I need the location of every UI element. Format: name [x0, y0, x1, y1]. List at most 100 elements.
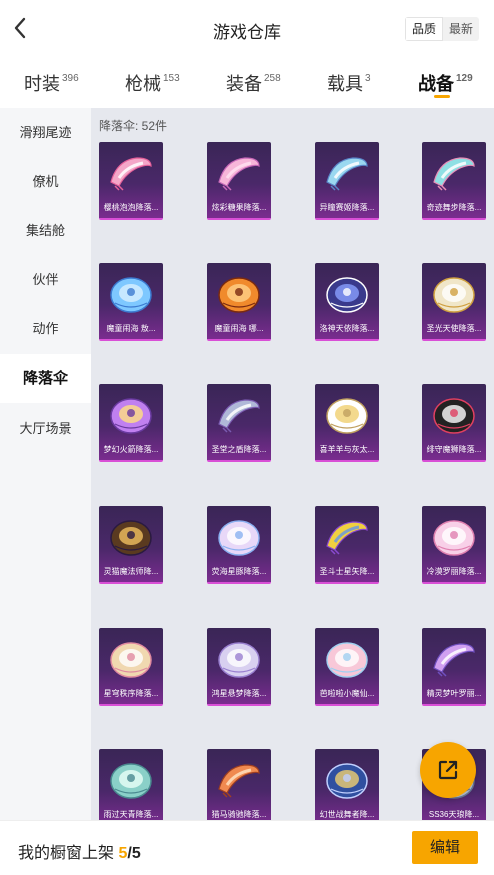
- item-grid: 降落伞: 52件 樱桃泡泡降落... 炫彩糖果降落... 异瞳赛姬降落... 奇迹舞步…: [91, 108, 494, 820]
- category-tabs: 时装 396 枪械 153 装备 258 载具 3 战备 129: [0, 62, 494, 104]
- parachute-card[interactable]: 樱桃泡泡降落...: [99, 142, 163, 220]
- sidebar-item-wingman[interactable]: 僚机: [0, 157, 91, 206]
- purple-parachute-icon: [110, 398, 152, 434]
- parachute-card[interactable]: 梦幻火箭降落...: [99, 384, 163, 462]
- parachute-card[interactable]: 鸿星悬梦降落...: [207, 628, 271, 706]
- gold-wing-parachute-icon: [326, 521, 368, 555]
- parachute-card[interactable]: 雨过天青降落...: [99, 749, 163, 820]
- tab-vehicles[interactable]: 载具 3: [327, 70, 371, 96]
- sidebar: 滑翔尾迹 僚机 集结舱 伙伴 动作 降落伞 大厅场景: [0, 108, 91, 820]
- teal-round-parachute-icon: [110, 763, 152, 799]
- sidebar-item-emote[interactable]: 动作: [0, 304, 91, 353]
- parachute-card-label: SS36天琅降...: [428, 810, 480, 819]
- sidebar-item-glide-trail[interactable]: 滑翔尾迹: [0, 108, 91, 157]
- showcase-label: 我的橱窗上架: [18, 845, 115, 862]
- parachute-card[interactable]: 洛神天依降落...: [315, 263, 379, 341]
- tab-label: 装备: [226, 74, 262, 94]
- chevron-left-icon: [14, 17, 26, 39]
- blue-round-parachute-icon: [110, 277, 152, 313]
- parachute-card[interactable]: 冷漠罗丽降落...: [422, 506, 486, 584]
- parachute-card-label: 星穹秩序降落...: [103, 689, 159, 698]
- white-gold-parachute-icon: [433, 277, 475, 313]
- parachute-card-label: 荧海星豚降落...: [211, 567, 267, 576]
- parachute-card[interactable]: 圣堂之盾降落...: [207, 384, 271, 462]
- pastel-parachute-icon: [218, 520, 260, 556]
- purple-wing-parachute-icon: [433, 643, 475, 677]
- showcase-status: 我的橱窗上架 5/5: [18, 839, 141, 863]
- navy-round-parachute-icon: [326, 277, 368, 313]
- sidebar-item-rally-pod[interactable]: 集结舱: [0, 206, 91, 255]
- showcase-total: /5: [127, 845, 141, 862]
- tab-fashion[interactable]: 时装 396: [24, 70, 79, 96]
- parachute-card-label: 精灵梦叶罗丽...: [426, 689, 482, 698]
- parachute-card-label: 炫彩糖果降落...: [211, 203, 267, 212]
- tab-count: 129: [456, 73, 473, 84]
- share-button[interactable]: [420, 742, 476, 798]
- parachute-card-label: 圣光天使降落...: [426, 324, 482, 333]
- tab-equipment[interactable]: 装备 258: [226, 70, 281, 96]
- parachute-card[interactable]: 圣光天使降落...: [422, 263, 486, 341]
- parachute-card-label: 灵猫魔法师降...: [103, 567, 159, 576]
- tab-combat-supplies[interactable]: 战备 129: [418, 70, 473, 96]
- tab-count: 153: [163, 73, 180, 84]
- parachute-card-label: 鸿星悬梦降落...: [211, 689, 267, 698]
- tab-count: 258: [264, 73, 281, 84]
- bottom-bar: 我的橱窗上架 5/5 编辑: [0, 820, 494, 875]
- item-count-label: 降落伞: 52件: [99, 119, 168, 133]
- teal-parachute-icon: [433, 157, 475, 191]
- blue-parachute-icon: [326, 157, 368, 191]
- parachute-card[interactable]: 绯守魔狮降落...: [422, 384, 486, 462]
- header: 游戏仓库 品质 最新: [0, 0, 494, 58]
- parachute-card-label: 冷漠罗丽降落...: [426, 567, 482, 576]
- tab-label: 载具: [327, 74, 363, 94]
- parachute-card[interactable]: 魔童闹海 敖...: [99, 263, 163, 341]
- parachute-card-label: 樱桃泡泡降落...: [103, 203, 159, 212]
- pink-parachute-icon: [110, 157, 152, 191]
- parachute-card[interactable]: 炫彩糖果降落...: [207, 142, 271, 220]
- parachute-card-label: 异瞳赛姬降落...: [319, 203, 375, 212]
- edit-button[interactable]: 编辑: [412, 831, 478, 864]
- tab-count: 3: [365, 73, 371, 84]
- pink-parachute-icon: [218, 157, 260, 191]
- tab-label: 时装: [24, 74, 60, 94]
- parachute-card-label: 猎马骑驰降落...: [211, 810, 267, 819]
- parachute-card-label: 圣堂之盾降落...: [211, 445, 267, 454]
- sort-toggle: 品质 最新: [405, 17, 480, 41]
- parachute-card-label: 魔童闹海 哪...: [214, 324, 264, 333]
- sidebar-item-companion[interactable]: 伙伴: [0, 255, 91, 304]
- sidebar-item-lobby-scene[interactable]: 大厅场景: [0, 404, 91, 453]
- parachute-card[interactable]: 喜羊羊与灰太...: [315, 384, 379, 462]
- parachute-card[interactable]: 猎马骑驰降落...: [207, 749, 271, 820]
- lilac-parachute-icon: [218, 642, 260, 678]
- parachute-card-label: 喜羊羊与灰太...: [319, 445, 375, 454]
- sort-newest-option[interactable]: 最新: [443, 17, 479, 41]
- parachute-card-label: 雨过天青降落...: [103, 810, 159, 819]
- sidebar-item-parachute[interactable]: 降落伞: [0, 354, 91, 403]
- parachute-card[interactable]: 星穹秩序降落...: [99, 628, 163, 706]
- parachute-card[interactable]: 幻世战舞者降...: [315, 749, 379, 820]
- tab-guns[interactable]: 枪械 153: [125, 70, 180, 96]
- parachute-card-label: 绯守魔狮降落...: [426, 445, 482, 454]
- parachute-card[interactable]: 芭啦啦小魔仙...: [315, 628, 379, 706]
- silver-wing-parachute-icon: [218, 399, 260, 433]
- parachute-card-label: 奇迹舞步降落...: [426, 203, 482, 212]
- parachute-card[interactable]: 灵猫魔法师降...: [99, 506, 163, 584]
- parachute-card[interactable]: 奇迹舞步降落...: [422, 142, 486, 220]
- sort-quality-option[interactable]: 品质: [405, 17, 444, 41]
- cream-parachute-icon: [110, 642, 152, 678]
- parachute-card[interactable]: 精灵梦叶罗丽...: [422, 628, 486, 706]
- parachute-card[interactable]: 魔童闹海 哪...: [207, 263, 271, 341]
- black-red-parachute-icon: [433, 398, 475, 434]
- parachute-card[interactable]: 圣斗士星矢降...: [315, 506, 379, 584]
- pink-fairy-parachute-icon: [326, 642, 368, 678]
- parachute-card-label: 魔童闹海 敖...: [106, 324, 156, 333]
- parachute-card-label: 梦幻火箭降落...: [103, 445, 159, 454]
- parachute-card-label: 芭啦啦小魔仙...: [319, 689, 375, 698]
- share-external-icon: [438, 760, 458, 780]
- active-tab-indicator: [434, 95, 450, 98]
- tab-count: 396: [62, 73, 79, 84]
- parachute-card[interactable]: 异瞳赛姬降落...: [315, 142, 379, 220]
- back-button[interactable]: [8, 14, 32, 42]
- parachute-card[interactable]: 荧海星豚降落...: [207, 506, 271, 584]
- blue-gold-parachute-icon: [326, 763, 368, 799]
